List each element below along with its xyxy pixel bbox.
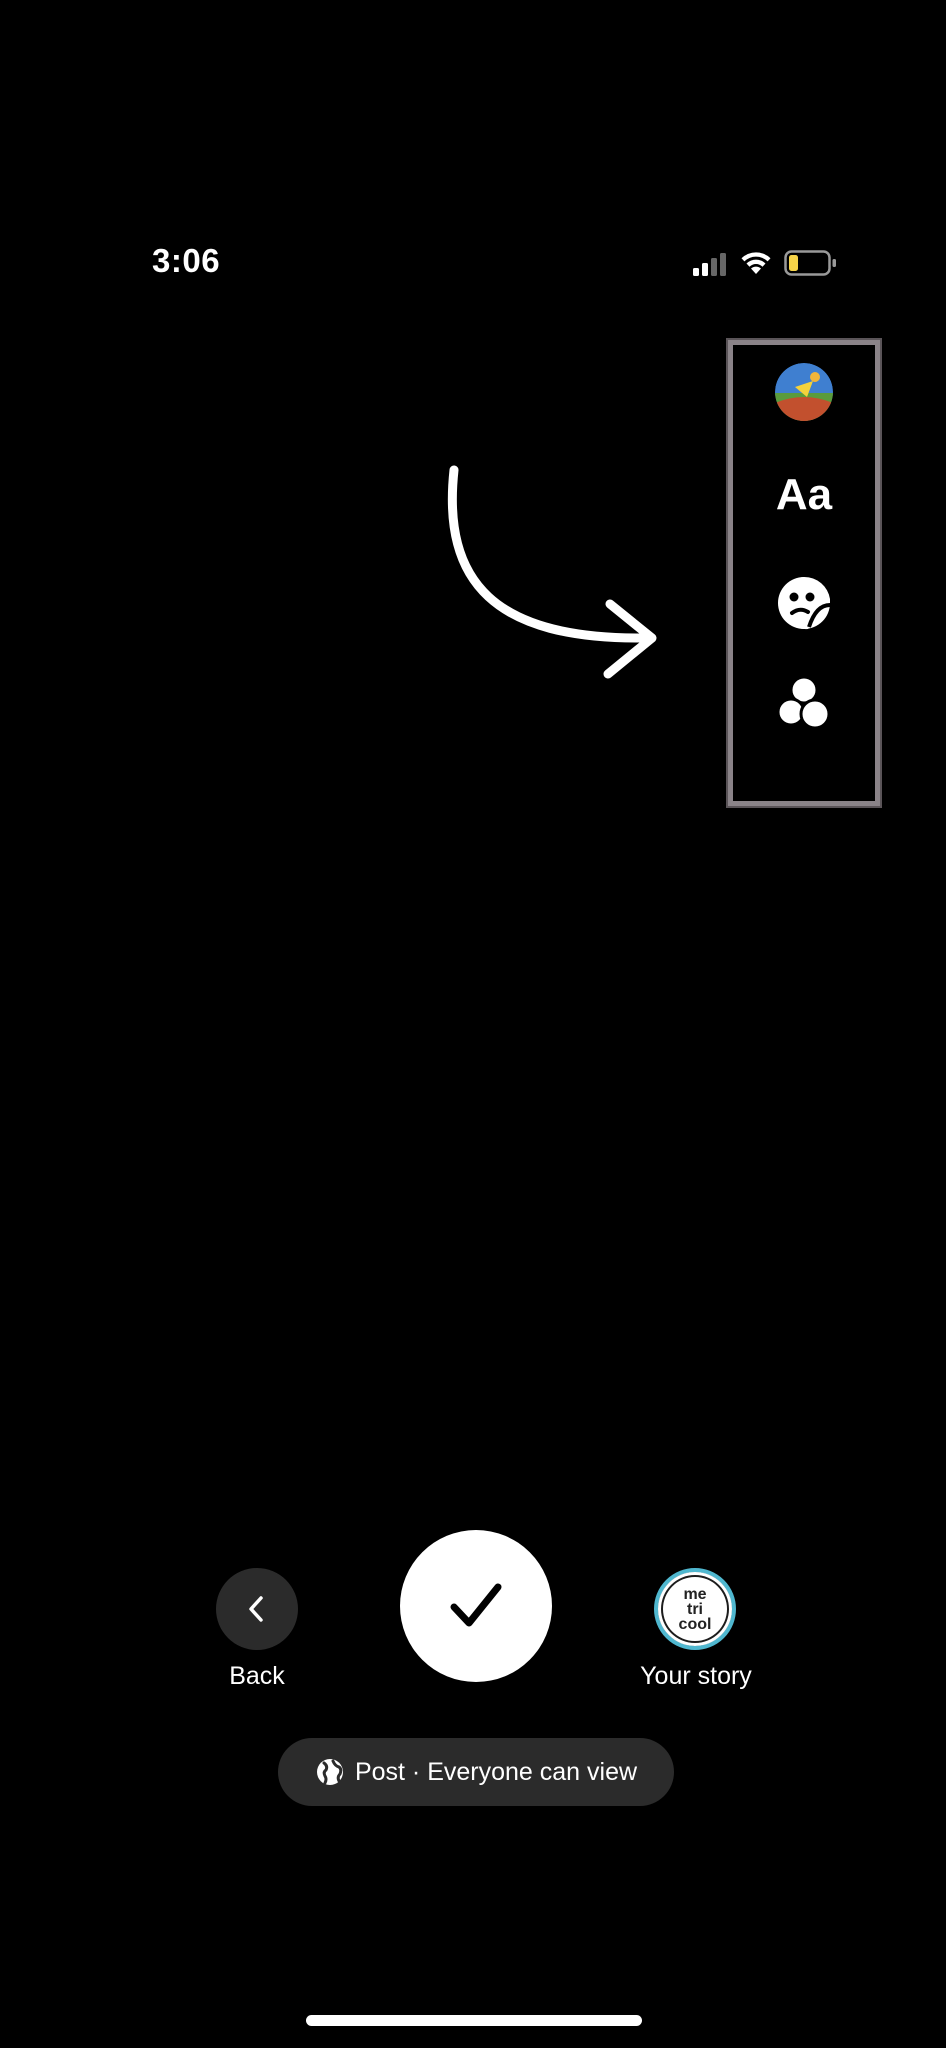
story-avatar-line-3: cool — [678, 1615, 712, 1633]
tool-avatar-button[interactable] — [775, 363, 833, 421]
back-button[interactable] — [216, 1568, 298, 1650]
tool-sticker-button[interactable] — [776, 575, 832, 636]
story-avatar-line-1: me — [683, 1585, 707, 1603]
tool-panel: Aa — [726, 338, 882, 808]
tool-effects-button[interactable] — [775, 675, 833, 736]
privacy-selector[interactable]: Post · Everyone can view — [278, 1738, 674, 1806]
status-icons — [692, 246, 840, 280]
profile-avatar-icon — [775, 363, 833, 421]
tool-text-button[interactable]: Aa — [776, 473, 832, 517]
privacy-text: Post · Everyone can view — [354, 1757, 638, 1786]
checkmark-icon — [450, 1583, 502, 1627]
battery-low-icon — [784, 250, 836, 276]
bottom-controls: Back me tri cool Your story — [0, 1530, 946, 1730]
back-label: Back — [229, 1662, 285, 1690]
your-story-avatar[interactable]: me tri cool — [654, 1568, 736, 1650]
home-indicator[interactable] — [306, 2015, 642, 2026]
sticker-icon — [778, 576, 831, 630]
effects-icon — [776, 675, 831, 730]
status-time: 3:06 — [152, 242, 221, 279]
globe-icon — [316, 1759, 343, 1785]
cellular-signal-icon — [693, 253, 726, 276]
your-story-label: Your story — [640, 1662, 752, 1690]
chevron-left-icon — [249, 1596, 263, 1622]
curved-arrow-annotation — [447, 465, 657, 679]
story-avatar-line-2: tri — [687, 1600, 703, 1618]
confirm-post-button[interactable] — [400, 1530, 552, 1682]
wifi-icon — [741, 252, 771, 274]
